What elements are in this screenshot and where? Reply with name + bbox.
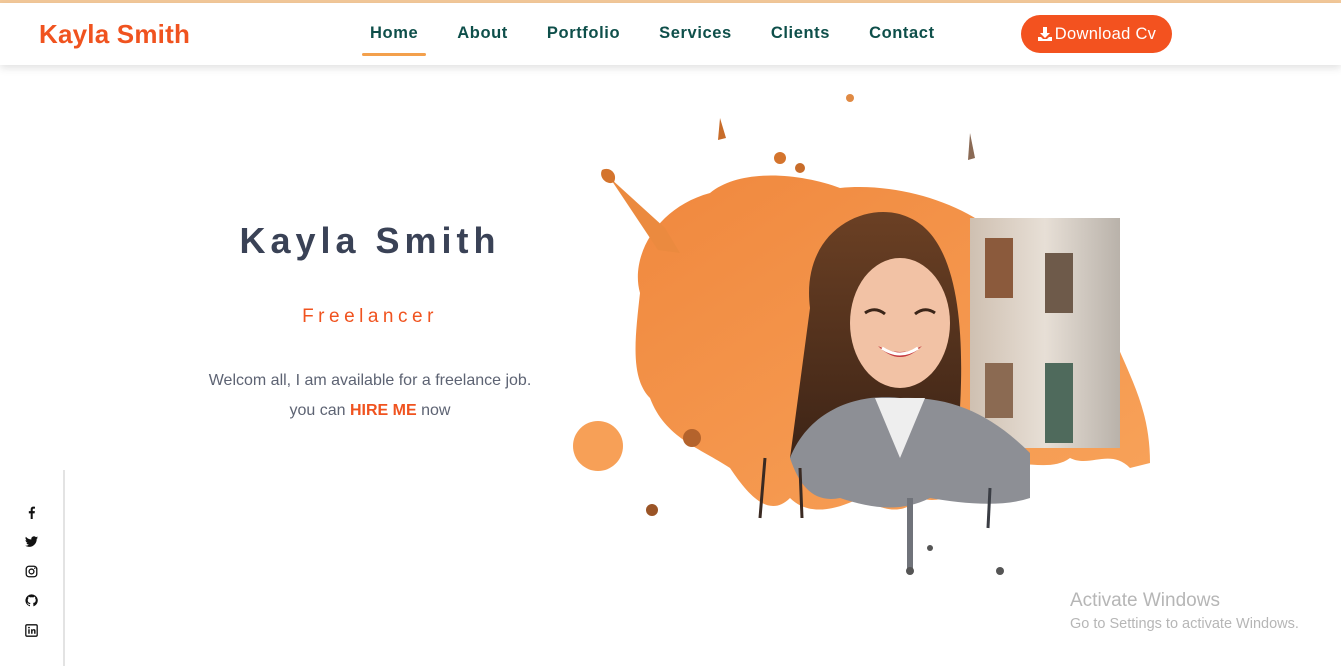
github-icon[interactable] — [21, 591, 41, 611]
main-nav: Home About Portfolio Services Clients Co… — [362, 3, 966, 65]
twitter-icon[interactable] — [21, 532, 41, 552]
nav-home[interactable]: Home — [362, 3, 427, 65]
hero-role: Freelancer — [302, 306, 438, 327]
download-icon — [1037, 27, 1052, 41]
nav-services[interactable]: Services — [651, 3, 740, 65]
windows-activation-watermark: Activate Windows Go to Settings to activ… — [1070, 590, 1299, 632]
hire-suffix: now — [416, 402, 451, 419]
watermark-title: Activate Windows — [1070, 590, 1220, 611]
hero-name: Kayla Smith — [239, 220, 501, 261]
social-links — [21, 502, 41, 650]
brand-logo[interactable]: Kayla Smith — [39, 19, 190, 50]
nav-about[interactable]: About — [449, 3, 516, 65]
watermark-subtitle: Go to Settings to activate Windows. — [1070, 616, 1299, 632]
hire-me-link[interactable]: HIRE ME — [350, 402, 417, 419]
nav-portfolio[interactable]: Portfolio — [539, 3, 628, 65]
hire-prefix: you can — [289, 402, 350, 419]
download-cv-label: Download Cv — [1054, 24, 1157, 43]
profile-splash-illustration — [573, 94, 1150, 575]
hero-description: Welcom all, I am available for a freelan… — [170, 366, 570, 426]
hero-intro: Kayla Smith Freelancer Welcom all, I am … — [170, 220, 570, 426]
navbar: Kayla Smith Home About Portfolio Service… — [0, 3, 1341, 65]
hero-description-line-1: Welcom all, I am available for a freelan… — [208, 372, 532, 389]
hero-description-line-2: you can HIRE ME now — [170, 396, 570, 426]
linkedin-icon[interactable] — [21, 620, 41, 640]
nav-contact[interactable]: Contact — [861, 3, 943, 65]
social-divider — [63, 470, 65, 666]
facebook-icon[interactable] — [21, 502, 41, 522]
download-cv-button[interactable]: Download Cv — [1021, 15, 1172, 53]
nav-clients[interactable]: Clients — [763, 3, 838, 65]
instagram-icon[interactable] — [21, 561, 41, 581]
